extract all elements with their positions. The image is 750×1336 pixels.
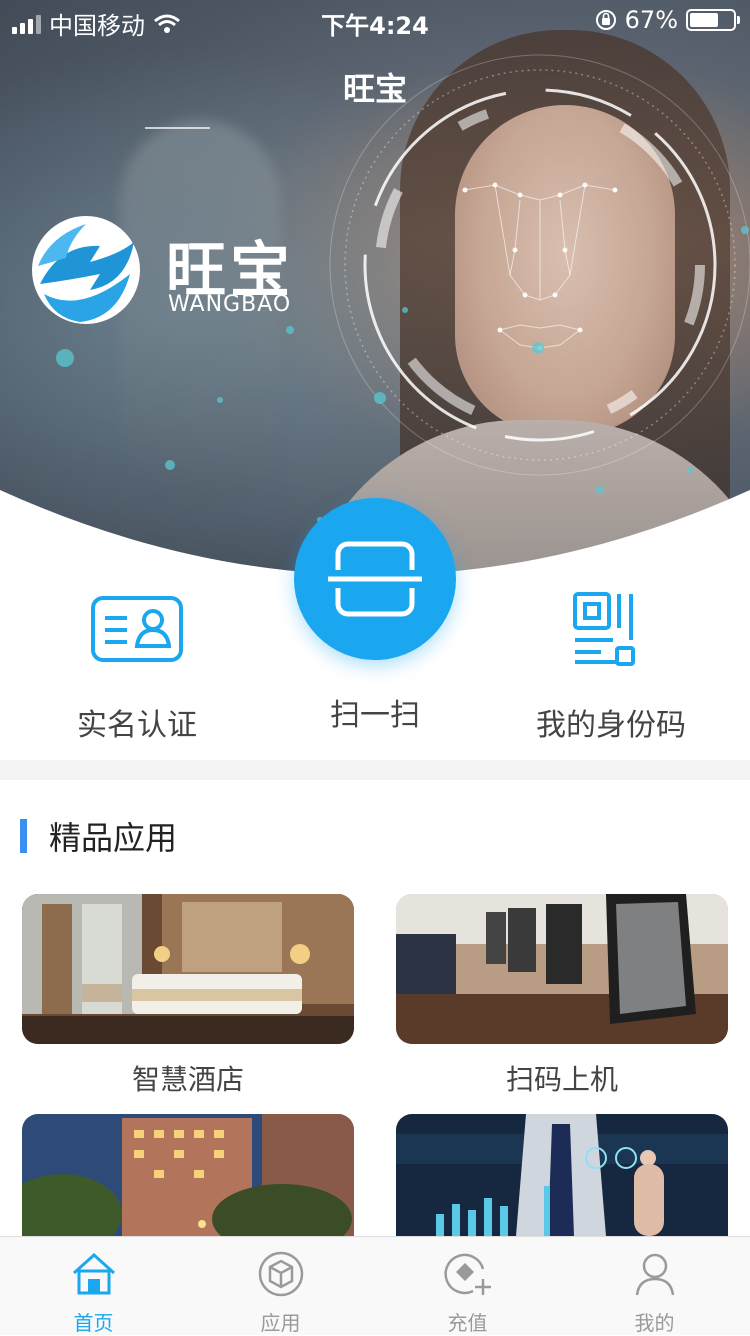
realname-auth-button[interactable]: 实名认证 <box>12 590 262 744</box>
app-card-residence[interactable] <box>22 1114 354 1236</box>
tab-apps-label: 应用 <box>260 1311 301 1335</box>
app-card-digital-tech[interactable] <box>396 1114 728 1236</box>
tab-recharge[interactable]: 充值 <box>374 1237 561 1335</box>
battery-percent: 67% <box>624 6 678 34</box>
tab-mine[interactable]: 我的 <box>561 1237 748 1335</box>
tab-home[interactable]: 首页 <box>0 1237 187 1335</box>
profile-icon <box>635 1253 674 1296</box>
scan-button[interactable] <box>294 498 456 660</box>
recharge-icon <box>443 1253 491 1295</box>
wangbao-logo-icon <box>32 216 140 324</box>
bottom-tab-bar: 首页 应用 充值 我的 <box>0 1236 750 1335</box>
tab-apps[interactable]: 应用 <box>187 1237 374 1335</box>
tab-mine-label: 我的 <box>634 1311 675 1335</box>
page-title: 旺宝 <box>342 70 407 108</box>
brand-subtitle: WANGBAO <box>168 292 292 317</box>
computer-room-image <box>396 894 728 1044</box>
tab-recharge-label: 充值 <box>447 1311 488 1335</box>
qr-code-icon <box>573 592 635 666</box>
app-label-scan-login: 扫码上机 <box>505 1063 618 1096</box>
id-card-icon <box>91 596 183 662</box>
digital-interface-image <box>396 1114 728 1236</box>
orientation-lock-icon <box>595 10 616 30</box>
scan-label: 扫一扫 <box>330 698 420 733</box>
home-icon <box>72 1252 115 1295</box>
hotel-room-image <box>22 894 354 1044</box>
battery-icon <box>686 9 740 31</box>
featured-apps-title: 精品应用 <box>49 819 178 857</box>
battery-fill <box>690 13 718 27</box>
cube-icon <box>258 1251 303 1297</box>
my-id-code-button[interactable]: 我的身份码 <box>486 590 736 744</box>
app-card-scan-login[interactable] <box>396 894 728 1044</box>
section-accent-bar <box>20 819 27 853</box>
tab-home-label: 首页 <box>73 1311 114 1335</box>
featured-apps-header: 精品应用 <box>20 812 177 860</box>
brand-logo: 旺宝 WANGBAO <box>30 214 330 334</box>
app-card-smart-hotel[interactable] <box>22 894 354 1044</box>
section-divider <box>0 760 750 780</box>
scan-icon <box>328 541 422 617</box>
realname-auth-label: 实名认证 <box>77 708 197 743</box>
app-label-smart-hotel: 智慧酒店 <box>131 1063 244 1096</box>
my-id-code-label: 我的身份码 <box>536 708 686 743</box>
apartment-building-image <box>22 1114 354 1236</box>
status-bar: 中国移动 下午4:24 67% <box>0 0 750 40</box>
